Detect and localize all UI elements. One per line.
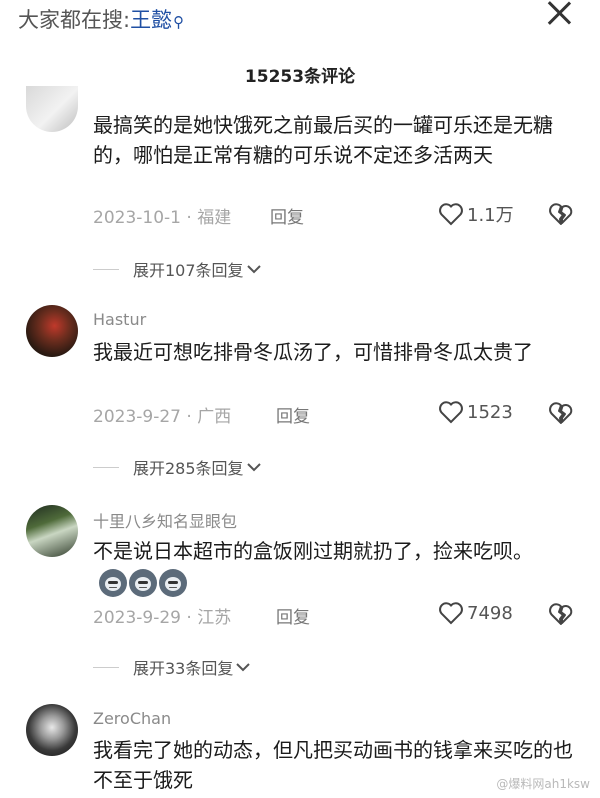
- like-count: 1523: [467, 401, 513, 423]
- watermark: @爆料网ah1ksw: [496, 777, 590, 791]
- expand-replies-label: 展开285条回复: [133, 459, 244, 478]
- divider-line: [93, 268, 119, 270]
- like-button[interactable]: 1523: [438, 400, 513, 424]
- heart-outline-icon: [439, 602, 463, 625]
- trending-search[interactable]: 大家都在搜:王懿⚲: [18, 4, 184, 34]
- username[interactable]: 十里八乡知名显眼包: [93, 508, 237, 532]
- emoji-group: [99, 568, 187, 597]
- like-count: 7498: [467, 602, 513, 624]
- trending-search-prefix: 大家都在搜:: [18, 8, 131, 32]
- dislike-button[interactable]: [548, 202, 574, 230]
- username[interactable]: ZeroChan: [93, 709, 171, 728]
- comment-count: 15253条评论: [244, 67, 356, 87]
- heart-outline-icon: [439, 203, 463, 226]
- like-button[interactable]: 1.1万: [438, 201, 514, 227]
- search-icon: ⚲: [173, 13, 185, 31]
- expand-replies-button[interactable]: 展开107条回复: [93, 257, 261, 281]
- reply-button[interactable]: 回复: [276, 603, 310, 628]
- comment-text: 最搞笑的是她快饿死之前最后买的一罐可乐还是无糖的，哪怕是正常有糖的可乐说不定还多…: [93, 113, 553, 167]
- dislike-button[interactable]: [548, 401, 574, 429]
- broken-heart-icon: [549, 402, 573, 424]
- chevron-down-icon: [236, 663, 251, 672]
- broken-heart-icon: [549, 203, 573, 225]
- husky-emoji-icon: [99, 568, 127, 597]
- reply-button[interactable]: 回复: [270, 203, 304, 228]
- expand-replies-label: 展开107条回复: [133, 261, 244, 280]
- avatar[interactable]: [26, 305, 78, 357]
- comment-text: 不是说日本超市的盒饭刚过期就扔了，捡来吃呗。: [93, 536, 573, 597]
- avatar[interactable]: [26, 86, 78, 132]
- top-bar: 大家都在搜:王懿⚲: [0, 0, 600, 40]
- comment-date-location: 2023-10-1 · 福建: [93, 208, 232, 228]
- expand-replies-button[interactable]: 展开33条回复: [93, 655, 251, 679]
- comment-date-location: 2023-9-27 · 广西: [93, 407, 232, 427]
- close-icon[interactable]: [546, 0, 572, 26]
- username[interactable]: Hastur: [93, 310, 146, 329]
- avatar[interactable]: [26, 704, 78, 756]
- trending-search-keyword[interactable]: 王懿: [130, 8, 172, 32]
- broken-heart-icon: [549, 603, 573, 625]
- divider-line: [93, 666, 119, 668]
- husky-emoji-icon: [129, 568, 157, 597]
- avatar[interactable]: [26, 505, 78, 557]
- expand-replies-button[interactable]: 展开285条回复: [93, 455, 261, 479]
- comment-date-location: 2023-9-29 · 江苏: [93, 608, 232, 628]
- like-button[interactable]: 7498: [438, 601, 513, 625]
- comment-text: 我最近可想吃排骨冬瓜汤了，可惜排骨冬瓜太贵了: [93, 340, 533, 364]
- reply-button[interactable]: 回复: [276, 402, 310, 427]
- like-count: 1.1万: [467, 205, 514, 226]
- divider-line: [93, 466, 119, 468]
- comment-text-body: 不是说日本超市的盒饭刚过期就扔了，捡来吃呗。: [93, 539, 533, 563]
- husky-emoji-icon: [159, 568, 187, 597]
- chevron-down-icon: [246, 265, 261, 274]
- expand-replies-label: 展开33条回复: [133, 659, 234, 678]
- chevron-down-icon: [246, 463, 261, 472]
- dislike-button[interactable]: [548, 602, 574, 630]
- heart-outline-icon: [439, 401, 463, 424]
